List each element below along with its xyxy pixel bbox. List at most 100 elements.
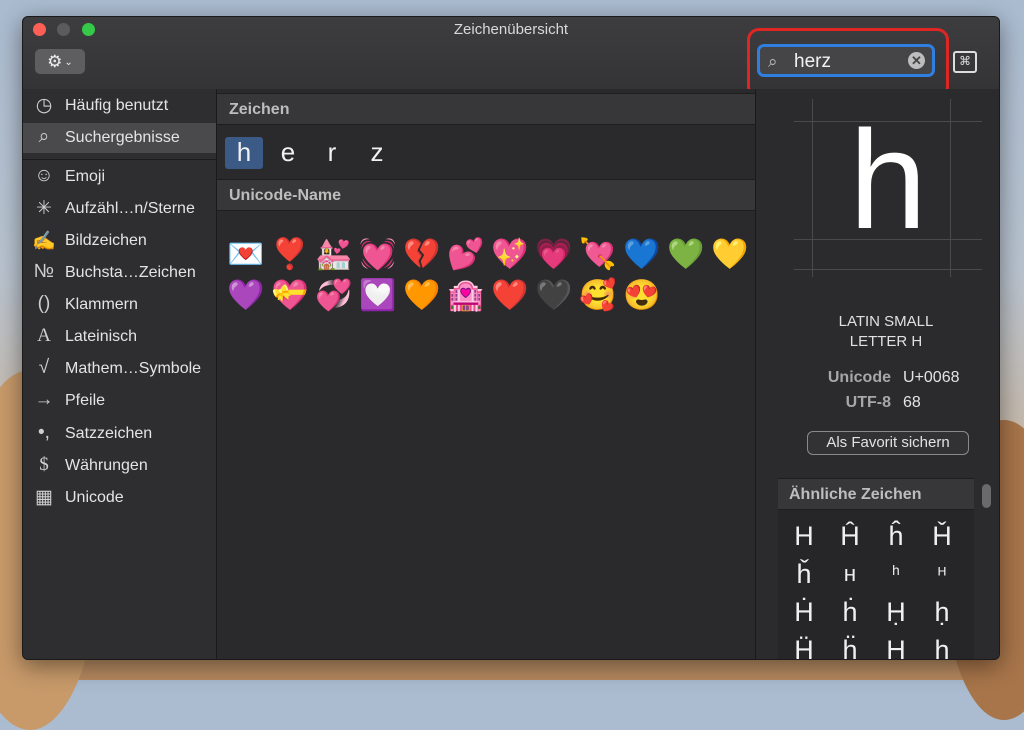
utf8-value: 68: [903, 394, 921, 411]
similar-char[interactable]: ᴴ: [922, 556, 962, 592]
smiley-icon: ☺: [34, 165, 54, 186]
preview-glyph: h: [849, 101, 927, 258]
search-icon: ⌕: [38, 126, 50, 147]
emoji-love-letter[interactable]: 💌: [226, 235, 266, 275]
similar-char[interactable]: ḧ: [830, 632, 870, 659]
sidebar-item-emoji[interactable]: ☺ Emoji: [23, 162, 216, 192]
emoji-smiling-face-with-hearts[interactable]: 🥰: [578, 276, 618, 316]
settings-menu-button[interactable]: ⚙ ⌄: [35, 49, 85, 74]
punctuation-icon: •,: [38, 422, 50, 443]
sidebar-item-label: Klammern: [65, 296, 138, 313]
similar-char[interactable]: Ḥ: [876, 594, 916, 630]
similar-char[interactable]: ʜ: [830, 556, 870, 592]
emoji-wedding[interactable]: 💒: [314, 235, 354, 275]
sidebar-item-bullets-stars[interactable]: ✳ Aufzähl…n/Sterne: [23, 194, 216, 224]
results-panel: Zeichen h e r z Unicode-Name 💌 ❣️ 💒 💓 💔 …: [217, 89, 756, 659]
similar-char[interactable]: ȟ: [784, 556, 824, 592]
emoji-beating-heart[interactable]: 💓: [358, 235, 398, 275]
similar-characters-grid: H Ĥ ĥ Ȟ ȟ ʜ ʰ ᴴ Ḣ ḣ Ḥ ḥ Ḧ ḧ Ḩ ḩ: [778, 510, 974, 659]
utf8-label: UTF-8: [845, 394, 891, 411]
chevron-down-icon: ⌄: [64, 57, 73, 68]
arrow-right-icon: →: [34, 389, 54, 410]
emoji-broken-heart[interactable]: 💔: [402, 235, 442, 275]
sidebar-item-pictographs[interactable]: ✍ Bildzeichen: [23, 226, 216, 256]
emoji-orange-heart[interactable]: 🧡: [402, 276, 442, 316]
emoji-love-hotel[interactable]: 🏩: [446, 276, 486, 316]
emoji-heart-exclamation[interactable]: ❣️: [270, 235, 310, 275]
emoji-heart-with-ribbon[interactable]: 💝: [270, 276, 310, 316]
sidebar-item-frequently-used[interactable]: ◷ Häufig benutzt: [23, 91, 216, 121]
sidebar-item-search-results[interactable]: ⌕ Suchergebnisse: [23, 123, 216, 153]
emoji-heart-decoration[interactable]: 💟: [358, 276, 398, 316]
unicode-value: U+0068: [903, 369, 960, 386]
glyph-preview: h: [794, 99, 982, 277]
similar-char[interactable]: Ḧ: [784, 632, 824, 659]
unicode-grid-icon: ▦: [35, 487, 53, 508]
emoji-yellow-heart[interactable]: 💛: [710, 235, 750, 275]
sidebar-item-math-symbols[interactable]: √ Mathem…Symbole: [23, 354, 216, 384]
similar-char[interactable]: Ȟ: [922, 518, 962, 554]
character-viewer-window: Zeichenübersicht ⚙⌄ ⌕ ✕ ⌘ ◷ Häufig benut…: [22, 16, 1000, 660]
sidebar-item-arrows[interactable]: → Pfeile: [23, 386, 216, 416]
emoji-growing-heart[interactable]: 💗: [534, 235, 574, 275]
section-header-similar: Ähnliche Zeichen: [778, 478, 974, 510]
sidebar-item-label: Aufzähl…n/Sterne: [65, 200, 195, 217]
result-char-e[interactable]: e: [269, 137, 307, 169]
parentheses-icon: (): [37, 293, 51, 314]
add-favorite-button[interactable]: Als Favorit sichern: [807, 431, 969, 455]
similar-char[interactable]: Ḩ: [876, 632, 916, 659]
search-highlight-annotation: [747, 28, 949, 98]
square-root-icon: √: [38, 357, 50, 378]
emoji-red-heart[interactable]: ❤️: [490, 276, 530, 316]
similar-char[interactable]: ḣ: [830, 594, 870, 630]
dollar-icon: $: [39, 454, 49, 475]
emoji-sparkling-heart[interactable]: 💖: [490, 235, 530, 275]
keyboard-viewer-icon[interactable]: ⌘: [953, 51, 977, 73]
similar-char[interactable]: H: [784, 518, 824, 554]
similar-char[interactable]: Ḣ: [784, 594, 824, 630]
title-bar: Zeichenübersicht ⚙⌄ ⌕ ✕ ⌘: [23, 17, 999, 98]
similar-char[interactable]: ḩ: [922, 632, 962, 659]
emoji-revolving-hearts[interactable]: 💞: [314, 276, 354, 316]
guide-line: [794, 269, 982, 270]
sidebar-item-letterlike-symbols[interactable]: № Buchsta…Zeichen: [23, 258, 216, 288]
category-sidebar: ◷ Häufig benutzt ⌕ Suchergebnisse ☺ Emoj…: [23, 89, 217, 659]
clock-icon: ◷: [35, 95, 53, 116]
similar-char[interactable]: Ĥ: [830, 518, 870, 554]
result-char-z[interactable]: z: [358, 137, 396, 169]
sidebar-item-label: Satzzeichen: [65, 425, 153, 442]
writing-hand-icon: ✍: [32, 231, 56, 252]
sidebar-item-currency[interactable]: $ Währungen: [23, 451, 216, 481]
char-name-line1: LATIN SMALL: [838, 313, 934, 330]
sidebar-item-label: Buchsta…Zeichen: [65, 264, 196, 281]
sidebar-item-latin[interactable]: A Lateinisch: [23, 322, 216, 352]
sidebar-item-label: Währungen: [65, 457, 148, 474]
sidebar-item-unicode[interactable]: ▦ Unicode: [23, 483, 216, 513]
sidebar-item-punctuation[interactable]: •, Satzzeichen: [23, 419, 216, 449]
emoji-black-heart[interactable]: 🖤: [534, 276, 574, 316]
sidebar-item-label: Unicode: [65, 489, 124, 506]
emoji-heart-eyes[interactable]: 😍: [622, 276, 662, 316]
result-char-h[interactable]: h: [225, 137, 263, 169]
asterisk-icon: ✳: [36, 198, 52, 219]
letter-a-icon: A: [37, 325, 51, 346]
sidebar-item-label: Pfeile: [65, 392, 106, 409]
sidebar-item-label: Suchergebnisse: [65, 129, 180, 146]
unicode-label: Unicode: [827, 369, 891, 386]
result-char-r[interactable]: r: [313, 137, 351, 169]
similar-char[interactable]: ʰ: [876, 556, 916, 592]
sidebar-item-label: Lateinisch: [65, 328, 138, 345]
emoji-purple-heart[interactable]: 💜: [226, 276, 266, 316]
detail-panel: h LATIN SMALL LETTER H Unicode U+0068 UT…: [756, 89, 999, 659]
emoji-two-hearts[interactable]: 💕: [446, 235, 486, 275]
similar-scrollbar[interactable]: [982, 484, 991, 508]
emoji-green-heart[interactable]: 💚: [666, 235, 706, 275]
gear-icon: ⚙: [47, 52, 63, 71]
section-header-characters: Zeichen: [217, 93, 755, 125]
similar-char[interactable]: ḥ: [922, 594, 962, 630]
emoji-heart-with-arrow[interactable]: 💘: [578, 235, 618, 275]
sidebar-item-brackets[interactable]: () Klammern: [23, 290, 216, 320]
emoji-blue-heart[interactable]: 💙: [622, 235, 662, 275]
similar-char[interactable]: ĥ: [876, 518, 916, 554]
sidebar-item-label: Bildzeichen: [65, 232, 147, 249]
